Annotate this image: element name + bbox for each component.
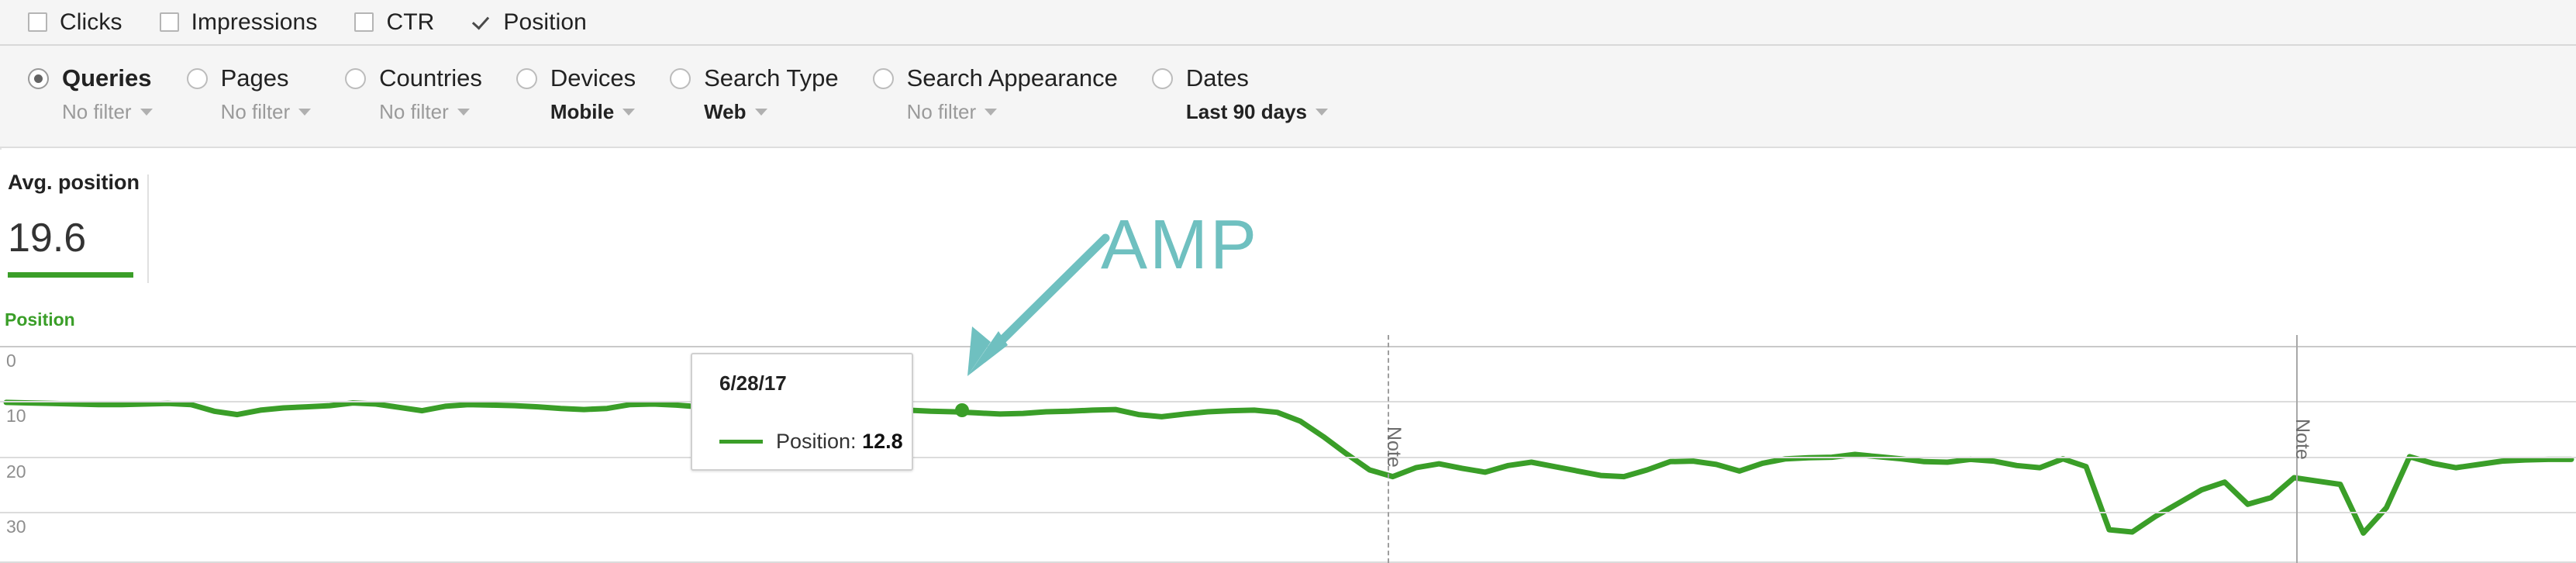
metric-checkbox-clicks[interactable]: Clicks xyxy=(28,9,122,36)
tooltip-series-row: Position: 12.8 xyxy=(719,430,912,454)
metric-toggle-bar: Clicks Impressions CTR Position xyxy=(0,0,2576,46)
checkbox-icon[interactable] xyxy=(28,12,47,32)
hovered-data-point[interactable] xyxy=(955,403,969,417)
performance-chart: Position 0 10 20 30 Note Note xyxy=(0,309,2576,563)
chevron-down-icon[interactable] xyxy=(140,109,153,116)
metric-checkbox-impressions[interactable]: Impressions xyxy=(159,9,318,36)
dimension-radio-queries[interactable]: Queries xyxy=(28,64,153,92)
checkbox-icon[interactable] xyxy=(159,12,179,32)
dimension-radio-pages[interactable]: Pages xyxy=(186,64,312,92)
dimension-value-dates[interactable]: Last 90 days xyxy=(1152,100,1328,124)
metric-label: Impressions xyxy=(191,9,318,35)
dimension-value-label: No filter xyxy=(906,100,977,123)
dimension-value-pages[interactable]: No filter xyxy=(187,100,312,124)
chart-ytick-20: 20 xyxy=(6,461,26,482)
chart-ytick-10: 10 xyxy=(6,406,26,427)
dimension-radio-search-type[interactable]: Search Type xyxy=(670,64,839,92)
radio-icon[interactable] xyxy=(186,67,208,89)
tooltip-date: 6/28/17 xyxy=(719,371,787,395)
avg-position-card[interactable]: Avg. position 19.6 xyxy=(0,171,143,278)
chevron-down-icon[interactable] xyxy=(1316,109,1328,116)
card-divider xyxy=(147,174,149,283)
dimension-radio-devices[interactable]: Devices xyxy=(516,64,636,92)
chart-note-label[interactable]: Note xyxy=(1382,427,1405,468)
metric-checkbox-ctr[interactable]: CTR xyxy=(354,9,434,36)
metric-label: Clicks xyxy=(60,9,122,35)
dimension-radio-search-appearance[interactable]: Search Appearance xyxy=(872,64,1118,92)
dimension-value-label: Web xyxy=(704,100,747,123)
chart-gridline-30 xyxy=(0,512,2576,514)
chart-ytick-0: 0 xyxy=(6,351,16,371)
radio-icon[interactable] xyxy=(872,67,894,89)
chart-tooltip: 6/28/17 Position: 12.8 xyxy=(691,353,913,471)
tooltip-series-label: Position: xyxy=(776,430,857,453)
chart-note-label[interactable]: Note xyxy=(2291,419,2313,460)
radio-icon[interactable] xyxy=(516,67,537,89)
dimension-filter-dates: Dates Last 90 days xyxy=(1151,64,1328,124)
search-console-performance-panel: Clicks Impressions CTR Position Queries No f… xyxy=(0,0,2576,563)
radio-icon[interactable] xyxy=(670,67,691,89)
radio-icon[interactable] xyxy=(1151,67,1173,89)
chevron-down-icon[interactable] xyxy=(622,109,636,116)
dimension-name: Search Type xyxy=(704,64,839,92)
dimension-filter-queries: Queries No filter xyxy=(28,64,153,124)
dimension-value-search-appearance[interactable]: No filter xyxy=(873,100,1118,124)
dimension-filter-search-type: Search Type Web xyxy=(670,64,839,124)
dimension-value-label: Mobile xyxy=(550,100,615,123)
dimension-value-label: No filter xyxy=(220,100,291,123)
chart-plot-area[interactable]: 0 10 20 30 Note Note xyxy=(0,335,2576,563)
dimension-value-search-type[interactable]: Web xyxy=(670,100,838,124)
dimension-value-label: No filter xyxy=(62,100,132,123)
metric-label: CTR xyxy=(386,9,435,35)
dimension-value-countries[interactable]: No filter xyxy=(345,100,482,124)
chevron-down-icon[interactable] xyxy=(754,109,767,116)
chart-line-svg xyxy=(0,335,2576,563)
dimension-name: Countries xyxy=(379,64,482,92)
dimension-value-label: No filter xyxy=(379,100,449,123)
dimension-name: Pages xyxy=(220,64,289,92)
radio-icon[interactable] xyxy=(345,67,367,89)
chevron-down-icon[interactable] xyxy=(298,109,312,116)
chart-gridline-10 xyxy=(0,401,2576,403)
dimension-value-devices[interactable]: Mobile xyxy=(516,100,636,124)
amp-annotation-arrow-icon xyxy=(967,233,1110,376)
dimension-radio-dates[interactable]: Dates xyxy=(1151,64,1328,92)
radio-icon[interactable] xyxy=(28,67,49,89)
checkbox-icon[interactable] xyxy=(471,12,491,32)
dimension-name: Devices xyxy=(550,64,636,92)
metric-label: Position xyxy=(503,9,587,35)
tooltip-series-value: 12.8 xyxy=(862,430,903,453)
dimension-value-label: Last 90 days xyxy=(1185,100,1307,123)
chart-gridline-0 xyxy=(0,346,2576,347)
dimension-filter-search-appearance: Search Appearance No filter xyxy=(872,64,1118,124)
chevron-down-icon[interactable] xyxy=(985,109,998,116)
tooltip-series-text: Position: 12.8 xyxy=(776,430,903,454)
chart-ytick-30: 30 xyxy=(6,516,26,537)
dimension-name: Search Appearance xyxy=(906,64,1118,92)
dimension-value-queries[interactable]: No filter xyxy=(28,100,153,124)
chevron-down-icon[interactable] xyxy=(457,109,470,116)
chart-legend-position: Position xyxy=(5,309,75,330)
chart-gridline-20 xyxy=(0,456,2576,458)
metric-summary-area: Avg. position 19.6 xyxy=(0,150,2576,309)
tooltip-series-swatch xyxy=(719,440,763,444)
avg-position-card-title: Avg. position xyxy=(8,171,140,194)
dimension-filter-bar: Queries No filter Pages No filter Countries N… xyxy=(0,46,2576,148)
dimension-name: Queries xyxy=(62,64,152,92)
metric-checkbox-position[interactable]: Position xyxy=(471,9,587,36)
amp-annotation-label: AMP xyxy=(1101,206,1260,284)
dimension-radio-countries[interactable]: Countries xyxy=(345,64,482,92)
dimension-filter-devices: Devices Mobile xyxy=(516,64,636,124)
checkbox-icon[interactable] xyxy=(354,12,374,32)
dimension-filter-pages: Pages No filter xyxy=(186,64,312,124)
avg-position-card-underline xyxy=(8,272,133,278)
avg-position-card-value: 19.6 xyxy=(8,216,87,261)
dimension-filter-countries: Countries No filter xyxy=(345,64,482,124)
dimension-name: Dates xyxy=(1185,64,1249,92)
